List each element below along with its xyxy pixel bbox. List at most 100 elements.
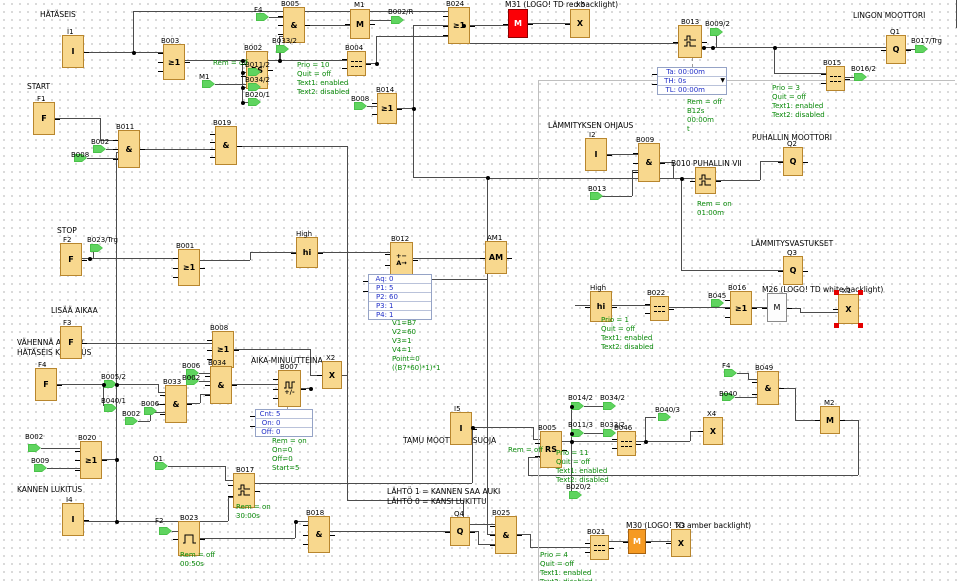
wire[interactable]	[232, 384, 278, 385]
wire[interactable]	[413, 25, 414, 108]
wire[interactable]	[138, 421, 150, 422]
analog-amp-B012[interactable]: +− A→	[390, 242, 413, 277]
wire[interactable]	[681, 178, 682, 270]
connector-f2-arrow-icon[interactable]	[159, 527, 172, 535]
and-B025[interactable]: &	[495, 516, 517, 554]
msgtext-B021[interactable]	[590, 535, 609, 560]
wire[interactable]	[528, 23, 570, 24]
flag-M2[interactable]: M	[820, 406, 840, 434]
wire[interactable]	[645, 417, 646, 441]
analog-B012-params[interactable]: Aq: 0 P1: 5 P2: 60 P3: 1 P4: 1	[368, 274, 432, 320]
flag-M26[interactable]: M	[767, 293, 787, 322]
flag-M30[interactable]: M	[628, 529, 646, 554]
wire[interactable]	[735, 397, 757, 398]
wire[interactable]	[956, 0, 957, 28]
input-I4[interactable]: I	[62, 503, 84, 536]
open-connector-X1[interactable]: X	[838, 294, 859, 324]
key-F3[interactable]: F	[60, 326, 82, 359]
wire[interactable]	[116, 152, 117, 521]
wire[interactable]	[487, 178, 695, 179]
key-F1[interactable]: F	[33, 102, 55, 135]
and-B049[interactable]: &	[757, 371, 779, 405]
wire[interactable]	[774, 73, 826, 74]
input-I1[interactable]: I	[62, 35, 84, 68]
wire[interactable]	[200, 394, 201, 403]
wire[interactable]	[795, 388, 796, 420]
wire[interactable]	[413, 258, 485, 259]
connector-m1-arrow-icon[interactable]	[202, 80, 215, 88]
or-B020[interactable]: ≥1	[80, 441, 102, 479]
wire[interactable]	[612, 305, 650, 306]
wire[interactable]	[376, 36, 377, 63]
wire[interactable]	[93, 251, 94, 258]
wire[interactable]	[413, 177, 487, 178]
wire[interactable]	[530, 547, 590, 548]
dropdown-arrow-icon[interactable]: ▼	[720, 77, 725, 85]
connector-b006-arrow-icon[interactable]	[144, 407, 157, 415]
wire[interactable]	[158, 392, 165, 393]
wire[interactable]	[269, 17, 283, 18]
wire[interactable]	[716, 36, 717, 47]
connector-b0202-arrow-icon[interactable]	[569, 491, 582, 499]
open-connector-X2[interactable]: X	[322, 361, 342, 389]
wire[interactable]	[716, 180, 760, 181]
connector-b017trg-arrow-icon[interactable]	[915, 45, 928, 53]
wire[interactable]	[748, 379, 757, 380]
wire[interactable]	[199, 381, 210, 382]
connector-b0342-arrow-icon[interactable]	[603, 402, 616, 410]
connector-b013-arrow-icon[interactable]	[590, 192, 603, 200]
key-F4[interactable]: F	[35, 368, 57, 401]
wire[interactable]	[250, 252, 251, 260]
wire[interactable]	[255, 483, 472, 484]
connector-f4-arrow-icon[interactable]	[256, 13, 269, 21]
wire[interactable]	[599, 196, 632, 197]
wire[interactable]	[41, 448, 80, 449]
wire[interactable]	[413, 108, 414, 177]
or-B014[interactable]: ≥1	[377, 93, 397, 124]
timer-B013[interactable]	[678, 25, 702, 58]
wire[interactable]	[584, 406, 603, 407]
wire[interactable]	[645, 441, 690, 442]
wire[interactable]	[158, 384, 159, 392]
wire[interactable]	[228, 497, 229, 521]
or-B024[interactable]: ≥1	[448, 7, 470, 44]
and-B018[interactable]: &	[308, 516, 330, 553]
connector-b0201-arrow-icon[interactable]	[248, 98, 261, 106]
wire[interactable]	[82, 343, 212, 344]
wire[interactable]	[632, 170, 633, 196]
msgtext-B015[interactable]	[826, 66, 845, 91]
wire[interactable]	[305, 25, 350, 26]
timer-B010[interactable]	[695, 167, 716, 194]
wire[interactable]	[376, 36, 448, 37]
counter-B007-params[interactable]: Cnt: 5 On: 0 Off: 0	[255, 409, 313, 437]
connector-b009-arrow-icon[interactable]	[34, 464, 47, 472]
selection-handle[interactable]	[858, 290, 863, 295]
selection-handle[interactable]	[858, 323, 863, 328]
output-Q4[interactable]: Q	[450, 517, 470, 546]
wire[interactable]	[234, 349, 310, 350]
wire[interactable]	[575, 305, 590, 306]
wire[interactable]	[800, 312, 838, 313]
wire[interactable]	[168, 466, 225, 467]
or-B001[interactable]: ≥1	[178, 249, 200, 286]
wire[interactable]	[330, 531, 450, 532]
or-B016[interactable]: ≥1	[730, 291, 752, 325]
wire[interactable]	[347, 146, 348, 500]
wire[interactable]	[858, 420, 859, 475]
wire[interactable]	[250, 252, 296, 253]
wire[interactable]	[237, 146, 347, 147]
output-Q2[interactable]: Q	[783, 147, 803, 176]
and-B034[interactable]: &	[210, 366, 232, 404]
wire[interactable]	[465, 427, 533, 428]
key-F2[interactable]: F	[60, 243, 82, 276]
wire[interactable]	[845, 77, 854, 78]
output-Q3[interactable]: Q	[783, 256, 803, 285]
wire[interactable]	[367, 106, 377, 107]
wire[interactable]	[528, 457, 529, 475]
and-B033[interactable]: &	[165, 385, 187, 423]
msgtext-B004[interactable]	[347, 51, 366, 76]
wire[interactable]	[463, 43, 678, 44]
wire[interactable]	[84, 52, 163, 53]
wire[interactable]	[199, 373, 210, 374]
wire[interactable]	[430, 279, 487, 280]
